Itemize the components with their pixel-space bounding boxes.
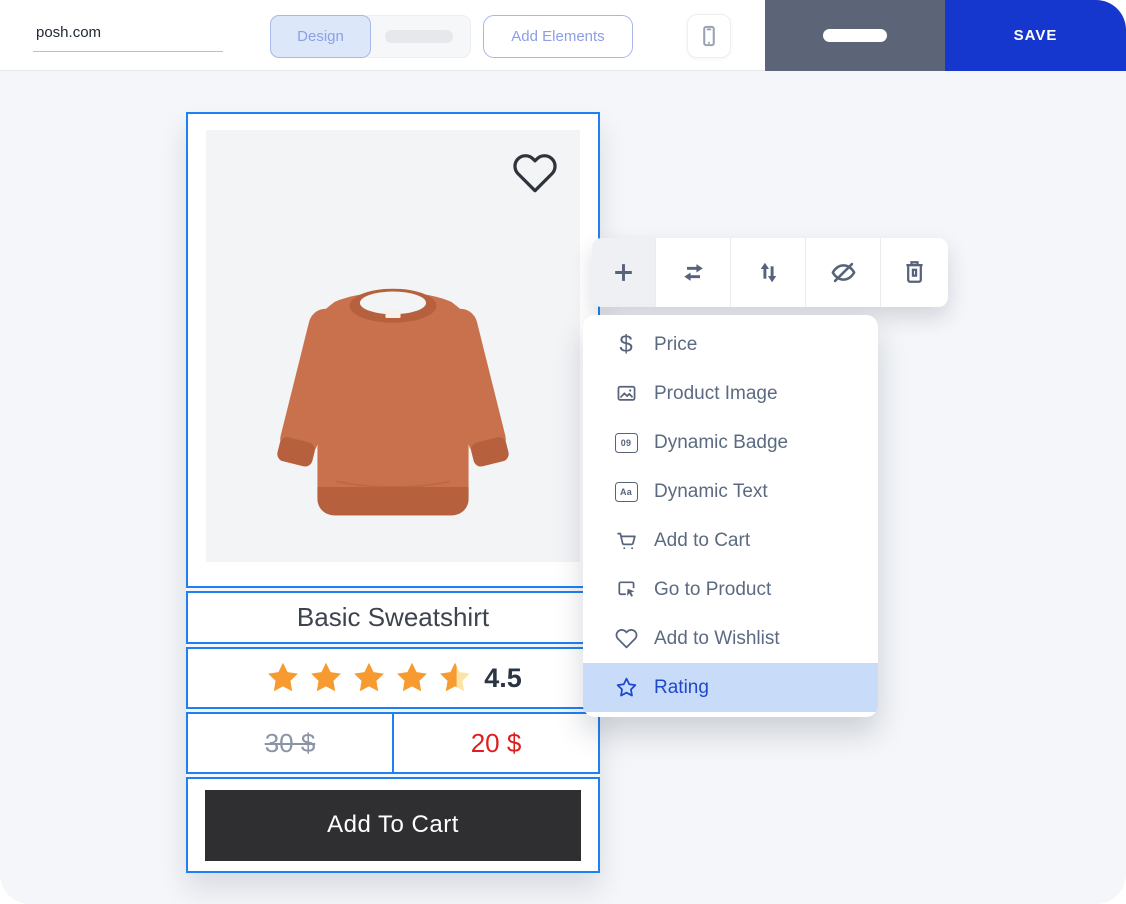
star-full-icon — [393, 659, 431, 697]
add-element-menu: $ Price Product Image 09 Dynamic Badge Aa Dyna… — [583, 315, 878, 717]
menu-item-label: Dynamic Badge — [654, 432, 788, 454]
plus-icon — [610, 259, 637, 286]
delete-element-button[interactable] — [880, 238, 948, 307]
add-to-cart-button[interactable]: Add To Cart — [205, 790, 581, 861]
menu-item-label: Rating — [654, 677, 709, 699]
site-url-text: posh.com — [33, 18, 101, 48]
design-tab[interactable]: Design — [270, 15, 371, 58]
menu-item-label: Price — [654, 334, 697, 356]
heart-icon[interactable] — [512, 150, 558, 196]
badge-icon: 09 — [611, 433, 641, 453]
add-element-button[interactable] — [592, 238, 655, 307]
new-price: 20 $ — [471, 728, 522, 759]
header-dark-panel — [765, 0, 945, 71]
dollar-icon: $ — [611, 333, 641, 357]
sweatshirt-image — [223, 238, 563, 562]
smartphone-icon — [696, 23, 722, 49]
cart-icon — [611, 529, 641, 552]
eye-off-icon — [830, 259, 857, 286]
star-rating — [264, 659, 474, 697]
toggle-placeholder-segment[interactable] — [367, 15, 471, 58]
menu-item-label: Product Image — [654, 383, 778, 405]
new-price-cell: 20 $ — [392, 714, 598, 772]
star-half-icon — [436, 659, 474, 697]
heart-icon — [611, 627, 641, 650]
rating-value: 4.5 — [484, 663, 522, 694]
menu-item-add-to-cart[interactable]: Add to Cart — [583, 516, 878, 565]
product-image-element[interactable] — [186, 112, 600, 588]
swap-horizontal-icon — [680, 259, 707, 286]
menu-item-label: Go to Product — [654, 579, 771, 601]
element-toolbar — [592, 238, 948, 307]
star-full-icon — [307, 659, 345, 697]
add-to-cart-element[interactable]: Add To Cart — [186, 777, 600, 873]
image-icon — [611, 382, 641, 405]
menu-item-rating[interactable]: Rating — [583, 663, 878, 712]
swap-vertical-icon — [755, 259, 782, 286]
old-price: 30 $ — [265, 728, 316, 759]
star-full-icon — [264, 659, 302, 697]
star-icon — [611, 676, 641, 699]
move-horizontal-button[interactable] — [655, 238, 730, 307]
product-rating-element[interactable]: 4.5 — [186, 647, 600, 709]
text-icon: Aa — [611, 482, 641, 502]
old-price-cell: 30 $ — [188, 714, 392, 772]
menu-item-price[interactable]: $ Price — [583, 320, 878, 369]
product-title: Basic Sweatshirt — [297, 602, 489, 633]
menu-item-label: Add to Wishlist — [654, 628, 780, 650]
menu-item-go-to-product[interactable]: Go to Product — [583, 565, 878, 614]
goto-product-icon — [611, 578, 641, 601]
top-bar: posh.com Design Add Elements SAVE — [0, 0, 1126, 71]
save-button[interactable]: SAVE — [945, 0, 1126, 71]
trash-icon — [901, 259, 928, 286]
move-vertical-button[interactable] — [730, 238, 805, 307]
placeholder-pill — [385, 30, 453, 43]
menu-item-label: Dynamic Text — [654, 481, 768, 503]
star-full-icon — [350, 659, 388, 697]
menu-item-dynamic-text[interactable]: Aa Dynamic Text — [583, 467, 878, 516]
product-price-element[interactable]: 30 $ 20 $ — [186, 712, 600, 774]
mobile-preview-button[interactable] — [687, 14, 731, 58]
add-elements-button[interactable]: Add Elements — [483, 15, 633, 58]
drag-handle[interactable] — [823, 29, 887, 42]
product-title-element[interactable]: Basic Sweatshirt — [186, 591, 600, 644]
menu-item-label: Add to Cart — [654, 530, 750, 552]
hide-element-button[interactable] — [805, 238, 880, 307]
menu-item-dynamic-badge[interactable]: 09 Dynamic Badge — [583, 418, 878, 467]
menu-item-product-image[interactable]: Product Image — [583, 369, 878, 418]
view-mode-toggle: Design — [270, 15, 471, 58]
product-photo-area — [206, 130, 580, 562]
app-window: posh.com Design Add Elements SAVE — [0, 0, 1126, 904]
menu-item-add-to-wishlist[interactable]: Add to Wishlist — [583, 614, 878, 663]
site-url-field[interactable]: posh.com — [33, 18, 223, 52]
